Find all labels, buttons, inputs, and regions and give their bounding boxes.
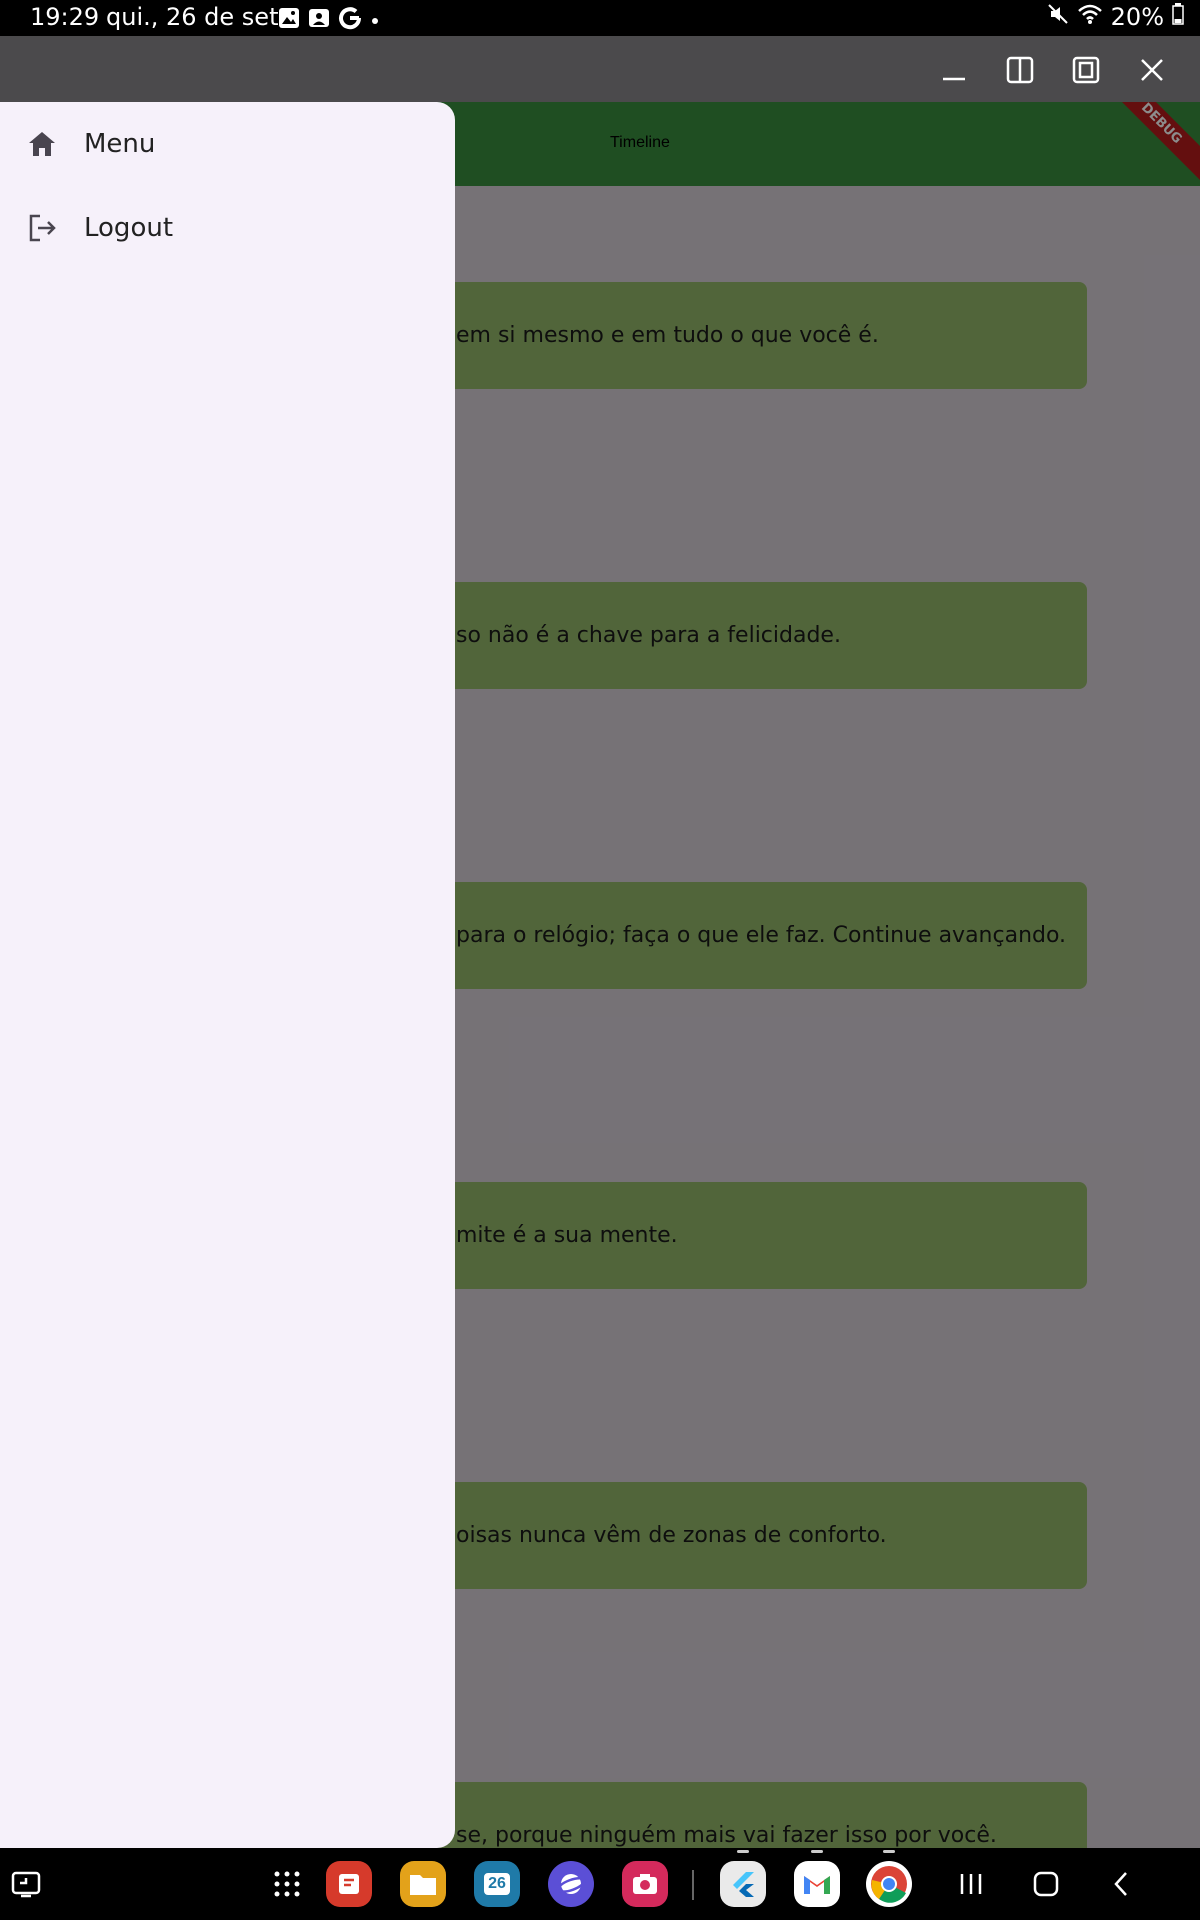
internet-app-icon[interactable] (548, 1861, 594, 1907)
home-nav-icon (1033, 1871, 1059, 1897)
apps-grid-icon (274, 1871, 300, 1897)
back-button[interactable] (1104, 1866, 1140, 1902)
running-indicator (811, 1850, 823, 1853)
drawer-item-menu[interactable]: Menu (0, 114, 455, 174)
apps-grid-button[interactable] (269, 1866, 305, 1902)
status-bar: 19:29 qui., 26 de set. 20% (0, 0, 1200, 36)
taskbar-toggle-button[interactable] (8, 1866, 44, 1902)
split-screen-button[interactable] (1002, 52, 1038, 88)
more-dot-icon (370, 11, 380, 30)
status-right: 20% (1047, 3, 1184, 31)
split-screen-icon (1006, 56, 1034, 84)
files-app-icon[interactable] (400, 1861, 446, 1907)
maximize-button[interactable] (1068, 52, 1104, 88)
running-indicator (737, 1850, 749, 1853)
calendar-day: 26 (484, 1873, 510, 1895)
recent-apps-icon (960, 1874, 982, 1894)
camera-app-icon[interactable] (622, 1861, 668, 1907)
drawer-item-logout[interactable]: Logout (0, 198, 455, 258)
close-icon (1141, 59, 1163, 81)
flutter-app-icon[interactable] (720, 1861, 766, 1907)
home-icon (24, 126, 60, 162)
chrome-app-icon[interactable] (866, 1861, 912, 1907)
minimize-button[interactable] (936, 52, 972, 88)
mute-icon (1047, 3, 1069, 31)
drawer-item-label: Logout (84, 213, 174, 243)
logout-icon (24, 210, 60, 246)
close-window-button[interactable] (1134, 52, 1170, 88)
status-date: qui., 26 de set. (106, 3, 287, 31)
calendar-app-icon[interactable]: 26 (474, 1861, 520, 1907)
taskbar-icon (11, 1871, 41, 1898)
battery-icon (1172, 3, 1184, 31)
home-button[interactable] (1028, 1866, 1064, 1902)
notes-app-icon[interactable] (326, 1861, 372, 1907)
status-time: 19:29 (30, 3, 100, 31)
window-caption-bar (0, 36, 1200, 102)
gallery-icon (278, 7, 300, 33)
google-icon (338, 6, 362, 34)
battery-percent: 20% (1110, 3, 1164, 31)
app-window: Timeline DEBUG em si mesmo e em tudo o q… (0, 102, 1200, 1848)
wifi-icon (1077, 3, 1103, 31)
minimize-icon (943, 77, 965, 81)
drawer-item-label: Menu (84, 129, 156, 159)
running-indicator (883, 1850, 895, 1853)
taskbar-divider (692, 1870, 694, 1900)
back-icon (1114, 1872, 1127, 1896)
navigation-drawer: Menu Logout (0, 102, 455, 1848)
contact-card-icon (308, 7, 330, 33)
notification-icons (278, 6, 380, 34)
maximize-icon (1072, 56, 1100, 84)
recent-apps-button[interactable] (953, 1866, 989, 1902)
gmail-app-icon[interactable] (794, 1861, 840, 1907)
taskbar: 26 (0, 1848, 1200, 1920)
